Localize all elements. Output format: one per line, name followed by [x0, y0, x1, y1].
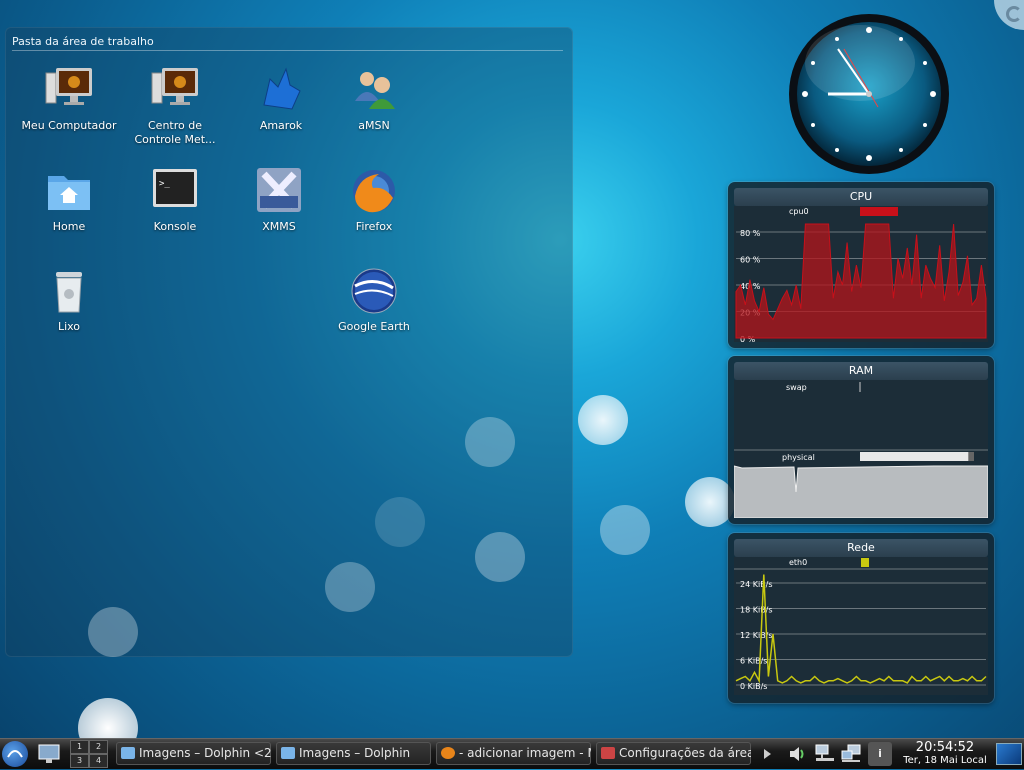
settings-icon [601, 747, 615, 759]
pager-desktop-1[interactable]: 1 [70, 740, 89, 754]
desktop-icon-home[interactable]: Home [19, 166, 119, 234]
amsn-buddies-icon [349, 65, 399, 115]
network-tick-label: 18 KiB/s [740, 606, 773, 615]
desktop-icon-label: XMMS [262, 220, 296, 233]
dolphin-icon [121, 747, 135, 759]
task-button[interactable]: Imagens – Dolphin <2 [116, 742, 271, 765]
desktop-icon-centro-de-controle[interactable]: Centro de Controle Met... [125, 65, 225, 147]
virtual-desktop-pager[interactable]: 1 2 3 4 [70, 740, 110, 768]
task-scroll-right-icon[interactable] [764, 749, 771, 759]
panel-toolbox-icon[interactable] [996, 743, 1022, 765]
desktop-icon-label: Lixo [57, 320, 81, 333]
volume-icon[interactable] [788, 744, 808, 764]
wallpaper-bokeh [475, 532, 525, 582]
desktop-icon-lixo[interactable]: Lixo [19, 266, 119, 334]
amarok-wolf-icon [256, 65, 306, 115]
desktop-icon-label: Home [52, 220, 86, 233]
ram-graph: swap physical [734, 380, 988, 518]
desktop-icon-firefox[interactable]: Firefox [324, 166, 424, 234]
cpu-tick-label: 80 % [740, 229, 761, 238]
wallpaper-bokeh [600, 505, 650, 555]
network-legend-label: eth0 [789, 558, 807, 567]
xmms-icon [254, 166, 304, 216]
ram-swap-label: swap [786, 383, 807, 392]
clock-time: 20:54:52 [915, 740, 975, 755]
dolphin-icon [281, 747, 295, 759]
task-label: - adicionar imagem - M [459, 746, 591, 760]
computer-icon [44, 65, 94, 115]
plasma-toolbox-icon[interactable] [994, 0, 1024, 30]
ram-physical-label: physical [782, 453, 815, 462]
firefox-icon [349, 166, 399, 216]
wallpaper-bokeh [578, 395, 628, 445]
wallpaper-bokeh [465, 417, 515, 467]
analog-clock-widget[interactable] [788, 13, 950, 175]
ram-monitor-widget[interactable]: RAM swap physical [728, 356, 994, 524]
pager-desktop-3[interactable]: 3 [70, 754, 89, 768]
info-icon[interactable]: i [868, 742, 892, 766]
desktop-icon-label: Firefox [355, 220, 393, 233]
pager-desktop-2[interactable]: 2 [89, 740, 108, 754]
task-label: Configurações da área [619, 746, 751, 760]
cpu-graph: cpu080 %60 %40 %20 %0 % [734, 206, 988, 342]
network-graph: eth0 24 KiB/s 18 KiB/s 12 KiB/s 6 KiB/s 0 KiB… [734, 557, 988, 695]
network-tick-label: 24 KiB/s [740, 580, 773, 589]
wallpaper-bokeh [88, 607, 138, 657]
desktop-icon-amsn[interactable]: aMSN [324, 65, 424, 133]
cpu-legend-swatch [860, 207, 898, 216]
task-button[interactable]: Configurações da área [596, 742, 751, 765]
desktop-icon-google-earth[interactable]: Google Earth [324, 266, 424, 334]
network-monitor-widget[interactable]: Rede eth0 24 KiB/s 18 KiB/s 12 KiB/s 6 KiB/s… [728, 533, 994, 703]
task-label: Imagens – Dolphin <2 [139, 746, 271, 760]
trash-icon [44, 266, 94, 316]
cpu-monitor-title: CPU [734, 188, 988, 206]
desktop-icon-label: Amarok [259, 119, 303, 132]
svg-text:>_: >_ [159, 179, 170, 189]
task-button[interactable]: - adicionar imagem - M [436, 742, 591, 765]
task-button[interactable]: Imagens – Dolphin [276, 742, 431, 765]
home-folder-icon [44, 166, 94, 216]
desktop-icon-meu-computador[interactable]: Meu Computador [19, 65, 119, 133]
network-tick-label: 6 KiB/s [740, 657, 767, 666]
desktop-icon-konsole[interactable]: >_ Konsole [125, 166, 225, 234]
desktop-icon-label: Konsole [153, 220, 197, 233]
network-icon[interactable] [840, 743, 862, 765]
show-desktop-icon[interactable] [36, 742, 62, 766]
network-icon[interactable] [814, 743, 836, 765]
ram-monitor-title: RAM [734, 362, 988, 380]
cpu-legend-label: cpu0 [789, 207, 809, 216]
taskbar: 1 2 3 4 Imagens – Dolphin <2 Imagens – D… [0, 738, 1024, 769]
desktop-icon-label: Google Earth [338, 320, 410, 333]
network-graph-background [734, 557, 988, 695]
network-tick-label: 12 KiB/s [740, 631, 773, 640]
task-label: Imagens – Dolphin [299, 746, 411, 760]
cpu-tick-label: 60 % [740, 256, 761, 265]
pager-desktop-4[interactable]: 4 [89, 754, 108, 768]
desktop-icon-label: Meu Computador [21, 119, 117, 132]
wallpaper-bokeh [375, 497, 425, 547]
control-center-icon [150, 65, 200, 115]
firefox-icon [441, 747, 455, 759]
network-legend-swatch [861, 558, 869, 567]
network-monitor-title: Rede [734, 539, 988, 557]
network-tick-label: 0 KiB/s [740, 682, 767, 691]
folder-view-title: Pasta da área de trabalho [12, 35, 154, 48]
terminal-icon: >_ [150, 166, 200, 216]
desktop-icon-amarok[interactable]: Amarok [231, 65, 331, 133]
folder-view-divider [12, 50, 563, 51]
google-earth-icon [349, 266, 399, 316]
cpu-monitor-widget[interactable]: CPU cpu080 %60 %40 %20 %0 % [728, 182, 994, 348]
kickoff-menu-icon[interactable] [2, 741, 28, 767]
desktop-icon-label: Centro de Controle Met... [134, 119, 216, 146]
digital-clock[interactable]: 20:54:52 Ter, 18 Mai Local [900, 739, 990, 767]
ram-physical-bar [860, 452, 969, 461]
desktop-icon-xmms[interactable]: XMMS [229, 166, 329, 234]
clock-date: Ter, 18 Mai Local [903, 755, 987, 766]
wallpaper-bokeh [325, 562, 375, 612]
ram-physical-series [734, 465, 988, 518]
desktop-icon-label: aMSN [358, 119, 390, 132]
